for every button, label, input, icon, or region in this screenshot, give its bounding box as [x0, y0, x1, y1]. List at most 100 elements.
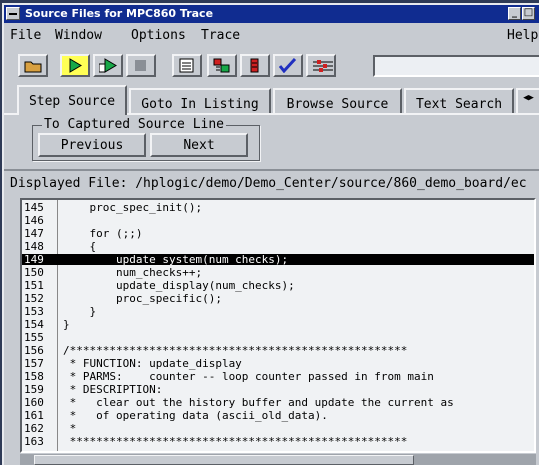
highlighted-source-line[interactable]: 149 update_system(num_checks); — [22, 254, 534, 265]
line-text: } — [63, 305, 97, 318]
menu-file[interactable]: File — [10, 28, 41, 43]
tab-scroll-arrows[interactable]: ◀▶ — [516, 88, 539, 114]
open-folder-icon — [24, 61, 42, 73]
line-text: for (;;) — [63, 227, 143, 240]
divider — [4, 169, 539, 171]
line-number: 153 — [24, 305, 44, 318]
run-icon — [69, 58, 82, 73]
source-line[interactable]: 158 * PARMS: counter -- loop counter pas… — [22, 371, 534, 382]
line-number: 151 — [24, 279, 44, 292]
line-number: 150 — [24, 266, 44, 279]
line-number: 152 — [24, 292, 44, 305]
line-number: 155 — [24, 331, 44, 344]
displayed-file-path: Displayed File: /hplogic/demo/Demo_Cente… — [10, 176, 527, 191]
source-line[interactable]: 160 * clear out the history buffer and u… — [22, 397, 534, 408]
toolbar — [4, 50, 539, 80]
line-number: 163 — [24, 435, 44, 448]
line-text: update_display(num_checks); — [63, 279, 295, 292]
line-number: 148 — [24, 240, 44, 253]
source-line[interactable]: 155 — [22, 332, 534, 343]
source-line[interactable]: 157 * FUNCTION: update_display — [22, 358, 534, 369]
stack-button[interactable] — [240, 54, 270, 77]
maximize-icon[interactable]: □ — [522, 7, 535, 20]
settings-button[interactable] — [306, 54, 336, 77]
bookmark-button[interactable] — [207, 54, 237, 77]
stack-icon — [250, 58, 259, 73]
line-text: proc_spec_init(); — [63, 201, 203, 214]
source-line[interactable]: 150 num_checks++; — [22, 267, 534, 278]
run-button[interactable] — [60, 54, 90, 77]
line-number: 149 — [24, 253, 44, 266]
line-text: * FUNCTION: update_display — [63, 357, 242, 370]
run-from-button[interactable] — [93, 54, 123, 77]
line-number: 156 — [24, 344, 44, 357]
menu-help[interactable]: Help — [507, 28, 538, 43]
line-number: 159 — [24, 383, 44, 396]
open-folder-button[interactable] — [18, 54, 48, 77]
source-line[interactable]: 156 /************************************… — [22, 345, 534, 356]
line-text: } — [63, 318, 70, 331]
line-text: * — [63, 422, 77, 435]
title-bar[interactable]: Source Files for MPC860 Trace _ □ — [4, 5, 539, 23]
listing-icon — [179, 58, 194, 73]
line-text: * DESCRIPTION: — [63, 383, 163, 396]
check-button[interactable] — [273, 54, 303, 77]
line-number: 157 — [24, 357, 44, 370]
source-line[interactable]: 152 proc_specific(); — [22, 293, 534, 304]
bookmark-icon — [213, 58, 230, 73]
source-code-view[interactable]: 145 proc_spec_init(); 146 147 for (;;) 148 … — [20, 198, 536, 453]
source-line[interactable]: 148 { — [22, 241, 534, 252]
source-line[interactable]: 153 } — [22, 306, 534, 317]
menu-options[interactable]: Options — [131, 28, 186, 43]
line-number: 146 — [24, 214, 44, 227]
scrollbar-thumb[interactable] — [34, 455, 414, 465]
captured-line-label: To Captured Source Line — [42, 117, 227, 132]
horizontal-scrollbar[interactable] — [20, 454, 536, 465]
line-number: 158 — [24, 370, 44, 383]
line-text: update_system(num_checks); — [63, 253, 289, 266]
line-number: 147 — [24, 227, 44, 240]
toolbar-input[interactable] — [373, 55, 539, 77]
source-line[interactable]: 146 — [22, 215, 534, 226]
line-text: * of operating data (ascii_old_data). — [63, 409, 328, 422]
line-text: proc_specific(); — [63, 292, 222, 305]
check-icon — [279, 58, 297, 73]
source-line[interactable]: 163 ************************************… — [22, 436, 534, 447]
previous-button[interactable]: Previous — [38, 133, 146, 157]
menu-bar: File Window Options Trace Help — [4, 24, 539, 48]
settings-icon — [313, 60, 333, 72]
source-line[interactable]: 151 update_display(num_checks); — [22, 280, 534, 291]
line-number: 145 — [24, 201, 44, 214]
listing-button[interactable] — [172, 54, 202, 77]
source-line[interactable]: 145 proc_spec_init(); — [22, 202, 534, 213]
menu-window[interactable]: Window — [55, 28, 102, 43]
line-text: { — [63, 240, 97, 253]
line-text: * clear out the history buffer and updat… — [63, 396, 454, 409]
line-number: 160 — [24, 396, 44, 409]
tab-browse-source[interactable]: Browse Source — [273, 88, 402, 114]
source-line[interactable]: 147 for (;;) — [22, 228, 534, 239]
line-number: 161 — [24, 409, 44, 422]
tab-step-source[interactable]: Step Source — [17, 85, 127, 115]
line-number: 162 — [24, 422, 44, 435]
source-line[interactable]: 159 * DESCRIPTION: — [22, 384, 534, 395]
line-text: ****************************************… — [63, 435, 408, 448]
line-text: num_checks++; — [63, 266, 203, 279]
window-menu-icon[interactable] — [6, 7, 20, 20]
tab-text-search[interactable]: Text Search — [404, 88, 514, 114]
source-line[interactable]: 162 * — [22, 423, 534, 434]
line-text: * PARMS: counter -- loop counter passed … — [63, 370, 434, 383]
menu-trace[interactable]: Trace — [201, 28, 240, 43]
line-number: 154 — [24, 318, 44, 331]
next-button[interactable]: Next — [150, 133, 248, 157]
run-from-icon — [99, 58, 117, 73]
stop-icon — [135, 60, 146, 71]
tab-goto-in-listing[interactable]: Goto In Listing — [129, 88, 271, 114]
line-text: /***************************************… — [63, 344, 408, 357]
source-line[interactable]: 161 * of operating data (ascii_old_data)… — [22, 410, 534, 421]
window-title: Source Files for MPC860 Trace — [25, 7, 214, 20]
source-line[interactable]: 154} — [22, 319, 534, 330]
minimize-icon[interactable]: _ — [508, 7, 521, 20]
source-files-window: Source Files for MPC860 Trace _ □ File W… — [2, 3, 539, 465]
stop-button[interactable] — [126, 54, 156, 77]
